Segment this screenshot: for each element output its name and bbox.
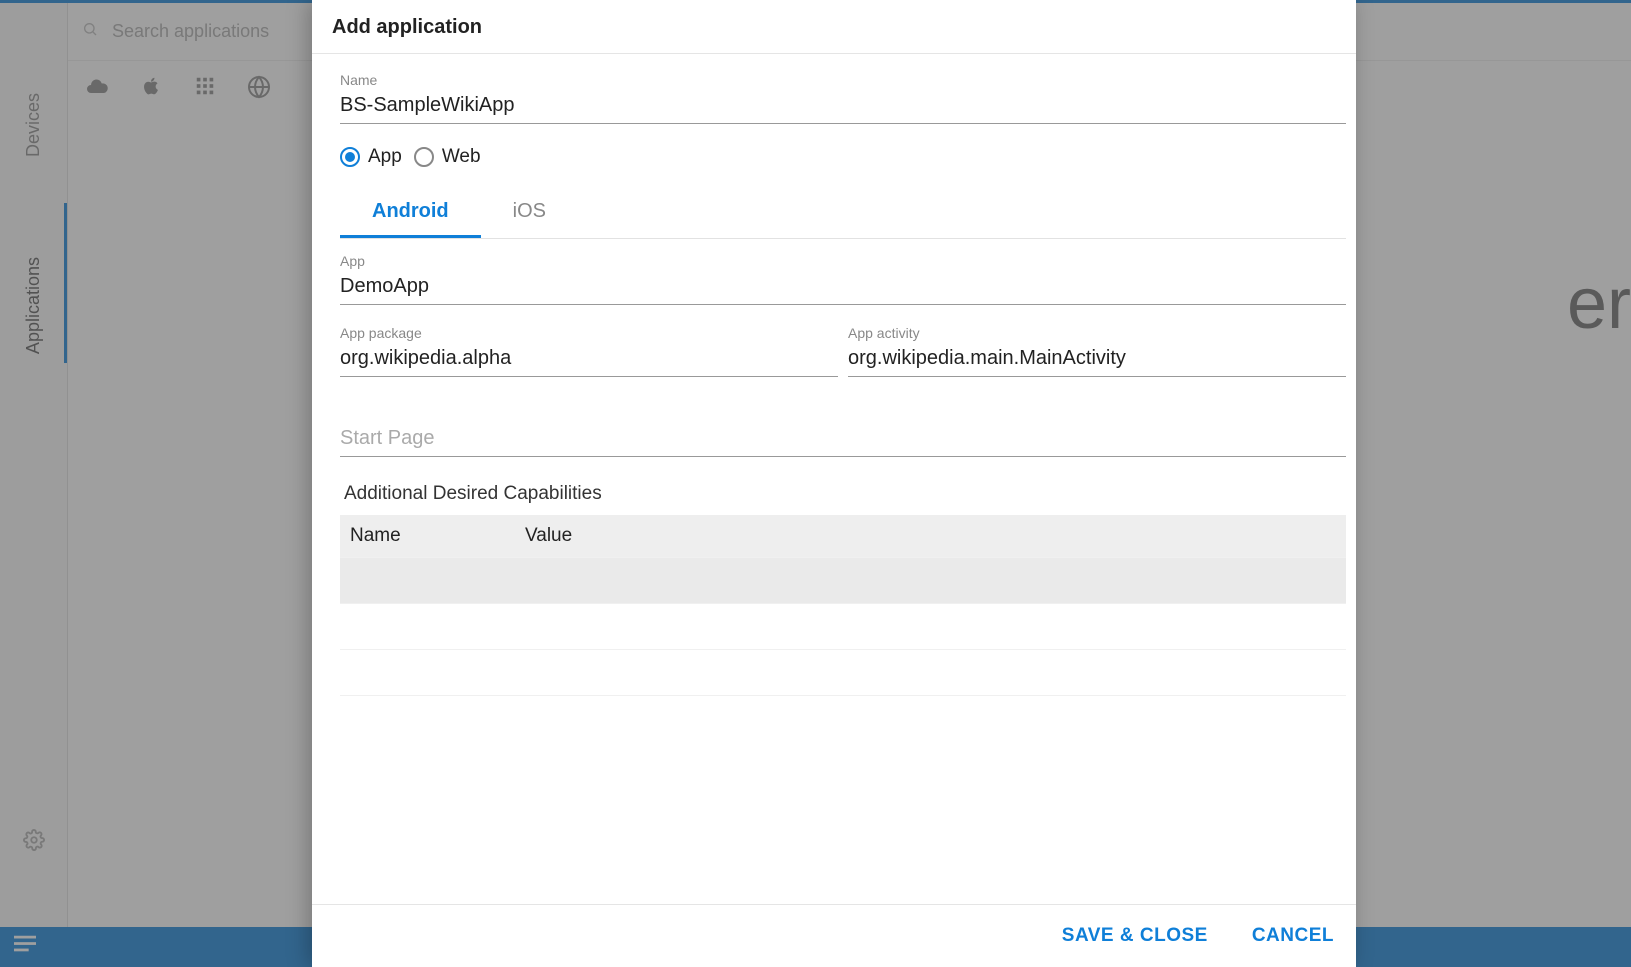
add-application-dialog: Add application Name App Web Android iOS… (312, 0, 1356, 967)
platform-tabs: Android iOS (340, 186, 1346, 239)
dialog-title: Add application (332, 16, 1336, 39)
capabilities-table: Name Value (340, 515, 1346, 742)
app-activity-input[interactable] (848, 343, 1346, 377)
radio-app-label: App (368, 146, 402, 168)
dialog-header: Add application (312, 0, 1356, 54)
table-row[interactable] (340, 696, 1346, 742)
table-row[interactable] (340, 650, 1346, 696)
cancel-button[interactable]: CANCEL (1252, 925, 1334, 947)
app-input[interactable] (340, 271, 1346, 305)
table-row[interactable] (340, 604, 1346, 650)
dialog-footer: SAVE & CLOSE CANCEL (312, 904, 1356, 967)
name-input[interactable] (340, 90, 1346, 124)
type-radio-group: App Web (340, 146, 1346, 168)
radio-circle-icon (340, 147, 360, 167)
tab-ios[interactable]: iOS (481, 186, 578, 238)
radio-web[interactable]: Web (414, 146, 481, 168)
col-header-name: Name (340, 515, 515, 558)
save-close-button[interactable]: SAVE & CLOSE (1062, 925, 1208, 947)
app-label: App (340, 253, 1346, 269)
name-label: Name (340, 72, 1346, 88)
radio-app[interactable]: App (340, 146, 402, 168)
radio-circle-icon (414, 147, 434, 167)
app-package-input[interactable] (340, 343, 838, 377)
start-page-input[interactable] (340, 423, 1346, 457)
dialog-body: Name App Web Android iOS App App package (312, 54, 1356, 904)
app-package-label: App package (340, 325, 838, 341)
table-row[interactable] (340, 558, 1346, 604)
col-header-value: Value (515, 515, 1346, 558)
app-activity-label: App activity (848, 325, 1346, 341)
radio-web-label: Web (442, 146, 481, 168)
capabilities-title: Additional Desired Capabilities (344, 483, 1346, 505)
tab-android[interactable]: Android (340, 186, 481, 238)
